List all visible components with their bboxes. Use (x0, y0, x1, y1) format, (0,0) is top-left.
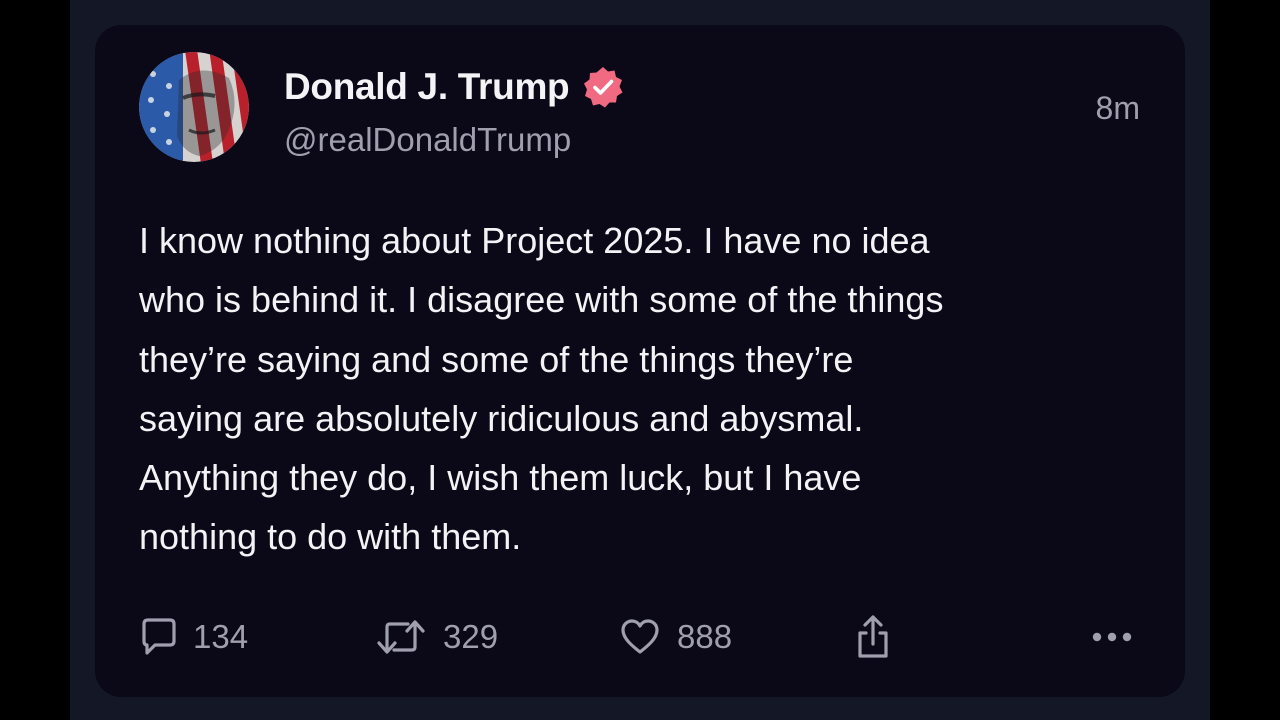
post-timestamp[interactable]: 8m (1096, 90, 1140, 127)
more-button[interactable] (1091, 613, 1133, 661)
author-name-row: Donald J. Trump (284, 65, 625, 109)
reply-button[interactable]: 134 (141, 613, 248, 661)
share-icon (858, 615, 888, 658)
reply-count: 134 (193, 618, 249, 655)
like-button[interactable]: 888 (619, 613, 732, 661)
repost-arrows-icon (377, 620, 425, 654)
post-actions: 134 329 888 (141, 613, 1141, 661)
verified-badge-icon (584, 67, 623, 108)
repost-button[interactable]: 329 (375, 613, 498, 661)
more-horizontal-icon (1092, 632, 1132, 642)
post-card[interactable]: Donald J. Trump @realDonaldTrump 8m I kn… (95, 25, 1185, 697)
post-body: I know nothing about Project 2025. I hav… (139, 220, 944, 558)
speech-bubble-icon (142, 618, 176, 655)
like-count: 888 (677, 618, 733, 655)
author-handle[interactable]: @realDonaldTrump (284, 121, 571, 159)
repost-count: 329 (443, 618, 499, 655)
heart-icon (621, 619, 659, 654)
author-name[interactable]: Donald J. Trump (284, 66, 570, 108)
avatar[interactable] (139, 52, 249, 162)
share-button[interactable] (855, 613, 891, 661)
